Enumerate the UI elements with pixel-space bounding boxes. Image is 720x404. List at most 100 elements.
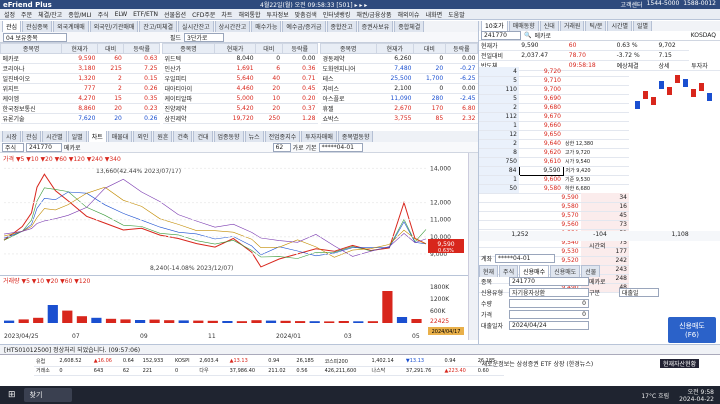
col-header[interactable]: 대비 [96, 43, 125, 54]
menu-item-8[interactable]: CFD주문 [192, 10, 215, 19]
table-row[interactable]: 자비스 2,100 0 0.00 [320, 83, 478, 94]
ob-ask-row[interactable]: 112 9,670 [479, 112, 629, 122]
ob-ask-row[interactable]: 110 9,700 [479, 85, 629, 95]
windows-icon[interactable]: ⊞ [8, 390, 16, 400]
chart-tab-13[interactable]: 투자자매매 [301, 131, 337, 142]
table-row[interactable]: 우일피티 5,640 40 0.71 [162, 73, 318, 84]
menu-item-7[interactable]: 선물옵션 [164, 10, 186, 19]
menu-item-17[interactable]: 도움말 [448, 10, 465, 19]
chart-tab-4[interactable]: 차트 [87, 131, 107, 142]
ob-ask-row[interactable]: 84 9,590 저가 9,420 [479, 165, 629, 176]
table-row[interactable]: 휴젤 2,670 170 6.80 [320, 103, 478, 114]
col-header[interactable]: 현재가 [375, 43, 414, 54]
table-row[interactable]: 메카로 9,590 60 0.63 [0, 53, 160, 64]
price-input[interactable]: 0 [509, 310, 589, 319]
ticker-right[interactable]: 현재자산현황 [660, 359, 700, 368]
ob-ask-row[interactable]: 50 9,580 하한 6,680 [479, 184, 629, 194]
left-tab-11[interactable]: 종합체결 [394, 21, 425, 32]
chart-scrollbar[interactable] [468, 153, 478, 340]
order-code[interactable]: 241770 [509, 277, 589, 286]
table-row[interactable]: 코리아나 3,180 215 7.25 [0, 63, 160, 74]
ob-tab-6[interactable]: 일별 [633, 21, 653, 31]
menu-item-1[interactable]: 주문 [21, 10, 32, 19]
price-chart[interactable]: 가격 ▼5 ▼10 ▼20 ▼60 ▼120 ▼240 ▼340 13,660(… [0, 153, 468, 340]
chart-account[interactable]: *****04-01 [318, 142, 363, 152]
chart-tab-14[interactable]: 종목별동향 [337, 131, 374, 142]
ob-bid-row[interactable]: 9,590 34 [479, 193, 629, 203]
ob-bid-row[interactable]: 9,580 16 [479, 202, 629, 212]
search-icon[interactable]: 🔍 [524, 32, 531, 39]
group-dropdown[interactable]: 04 보유종목 [3, 32, 67, 42]
kind-select[interactable]: 대출일 [619, 288, 659, 297]
col-header[interactable]: 대비 [412, 43, 446, 54]
order-tab-0[interactable]: 현재 [479, 265, 499, 277]
col-header[interactable]: 종목명 [320, 43, 377, 54]
ob-ask-row[interactable]: 1 9,600 기준 9,530 [479, 175, 629, 185]
left-tab-6[interactable]: 상시간잔고 [214, 21, 251, 32]
order-tab-3[interactable]: 신용매도 [550, 265, 581, 277]
ob-code[interactable]: 241770 [481, 31, 521, 40]
left-tab-1[interactable]: 관심종목 [22, 21, 53, 32]
ob-tab-5[interactable]: 시간별 [607, 21, 633, 31]
chart-tab-1[interactable]: 관심 [22, 131, 42, 142]
chart-tab-10[interactable]: 업종동향 [213, 131, 244, 142]
table-row[interactable]: 일진바이오 1,320 2 0.15 [0, 73, 160, 84]
menu-item-9[interactable]: 차트 [221, 10, 232, 19]
col-header[interactable]: 현재가 [61, 43, 98, 54]
left-tab-7[interactable]: 매수가능 [251, 21, 282, 32]
menu-item-11[interactable]: 투자정보 [267, 10, 289, 19]
menu-item-4[interactable]: 주식 [98, 10, 109, 19]
col-header[interactable]: 등락률 [281, 43, 319, 54]
menu-item-16[interactable]: 내화면 [426, 10, 443, 19]
table-row[interactable]: 유론기술 7,620 20 0.26 [0, 113, 160, 124]
menu-item-5[interactable]: ELW [115, 11, 128, 18]
ob-ask-row[interactable]: 4 9,720 [479, 67, 629, 77]
menu-item-13[interactable]: 인터넷뱅킹 [323, 10, 351, 19]
table-row[interactable]: 쇼박스 3,755 85 2.32 [320, 113, 478, 124]
table-row[interactable]: 위지트 777 2 0.26 [0, 83, 160, 94]
table-row[interactable]: 케이엠 4,270 15 0.35 [0, 93, 160, 104]
left-tab-4[interactable]: 잔고/미체결 [139, 21, 178, 32]
ob-ask-row[interactable]: 750 9,610 시가 9,540 [479, 157, 629, 167]
ob-bid-row[interactable]: 9,560 73 [479, 220, 629, 230]
ob-ask-row[interactable]: 5 9,710 [479, 76, 629, 86]
ob-tab-3[interactable]: 거래원 [559, 21, 585, 31]
ob-ask-row[interactable]: 8 9,620 고가 9,720 [479, 148, 629, 158]
credit-type[interactable]: 자기융자상환 [509, 288, 589, 297]
ob-ask-row[interactable]: 12 9,650 [479, 130, 629, 140]
menu-item-14[interactable]: 채권/금융상품 [356, 10, 391, 19]
qty-input[interactable]: 0 [509, 299, 589, 308]
menu-item-2[interactable]: 체결/잔고 [38, 10, 62, 19]
table-row[interactable]: 위드텍 8,040 0 0.00 [162, 53, 318, 64]
left-tab-10[interactable]: 증권사보유 [357, 21, 394, 32]
field-dropdown[interactable]: 3단가로 [184, 32, 225, 42]
chart-tab-2[interactable]: 시간별 [42, 131, 67, 142]
ob-ask-row[interactable]: 2 9,640 상한 12,380 [479, 139, 629, 149]
table-row[interactable]: 삼진제약 19,720 250 1.28 [162, 113, 318, 124]
table-row[interactable]: 케이티알파 5,000 10 0.20 [162, 93, 318, 104]
ob-bid-row[interactable]: 9,570 45 [479, 211, 629, 221]
menu-item-6[interactable]: ETF/ETN [133, 11, 158, 18]
menu-item-10[interactable]: 해외통합 [238, 10, 260, 19]
ticker-notice[interactable]: '새로운정보는 삼성증권 ETF 상장 (한경뉴스) [480, 359, 593, 368]
ob-tab-2[interactable]: 신대 [539, 21, 559, 31]
loan-date-input[interactable]: 2024/04/24 [509, 321, 589, 330]
menu-item-15[interactable]: 해외이슈 [398, 10, 420, 19]
menu-item-0[interactable]: 설정 [4, 10, 15, 19]
left-tab-3[interactable]: 외국인/기관매매 [89, 21, 139, 32]
account-input[interactable]: *****04-01 [495, 254, 556, 263]
table-row[interactable]: 인산가 1,691 6 0.36 [162, 63, 318, 74]
ob-tab-4[interactable]: 틱/분 [585, 21, 607, 31]
chart-tab-0[interactable]: 시장 [2, 131, 22, 142]
menu-item-12[interactable]: 맞춤검색 [295, 10, 317, 19]
table-row[interactable]: 진양제약 5,420 20 0.37 [162, 103, 318, 114]
order-tab-2[interactable]: 신용매수 [519, 265, 550, 277]
chart-tab-5[interactable]: 매물대 [107, 131, 133, 142]
table-row[interactable]: 테스 25,500 1,700 -6.25 [320, 73, 478, 84]
left-tab-5[interactable]: 실시간잔고 [178, 21, 214, 32]
chart-tab-12[interactable]: 전업종지수 [264, 131, 301, 142]
credit-sell-button[interactable]: 신용매도 (F6) [668, 317, 716, 343]
left-tab-9[interactable]: 종합잔고 [326, 21, 357, 32]
col-header[interactable]: 등락률 [123, 43, 160, 54]
ob-ask-row[interactable]: 5 9,690 [479, 94, 629, 104]
